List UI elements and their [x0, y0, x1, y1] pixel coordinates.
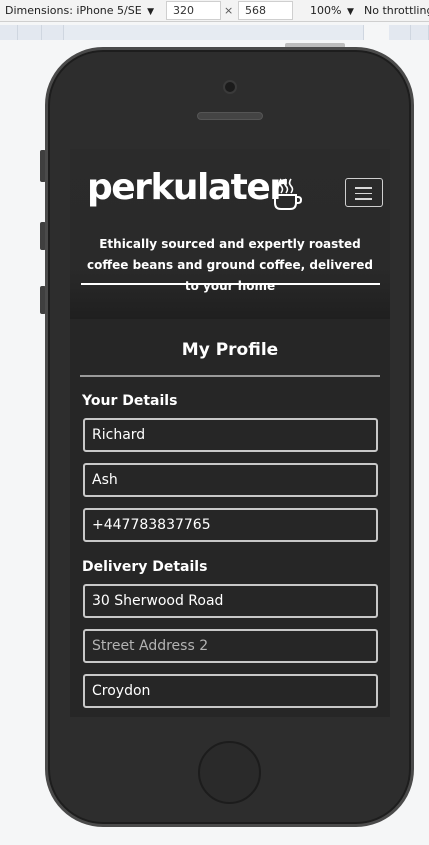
street-address-1-field[interactable]: [83, 584, 378, 618]
zoom-select[interactable]: 100% ▼: [310, 4, 354, 17]
home-button[interactable]: [198, 741, 261, 804]
phone-number-field[interactable]: [83, 508, 378, 542]
speaker-grille: [197, 112, 263, 120]
tagline-divider: [81, 283, 380, 285]
caret-down-icon: ▼: [147, 7, 155, 17]
site-logo[interactable]: perkulater: [87, 167, 287, 208]
ruler-segment[interactable]: [42, 25, 64, 40]
devtools-toolbar: Dimensions: iPhone 5/SE ▼ × 100% ▼ No th…: [0, 0, 429, 22]
first-name-field[interactable]: [83, 418, 378, 452]
site-tagline: Ethically sourced and expertly roasted c…: [87, 237, 373, 293]
device-select-label: Dimensions: iPhone 5/SE: [5, 4, 142, 17]
delivery-details-heading: Delivery Details: [82, 559, 208, 575]
throttling-select[interactable]: No throttling: [364, 4, 429, 17]
town-city-field[interactable]: [83, 674, 378, 708]
your-details-heading: Your Details: [82, 393, 178, 409]
ruler-segment[interactable]: [18, 25, 42, 40]
page-title: My Profile: [181, 340, 279, 360]
title-divider: [80, 375, 380, 377]
street-address-2-field[interactable]: [83, 629, 378, 663]
media-query-ruler: [0, 25, 429, 41]
ruler-segment[interactable]: [411, 25, 429, 40]
caret-down-icon: ▼: [346, 7, 354, 17]
menu-toggle-button[interactable]: [345, 178, 383, 207]
times-sign: ×: [224, 4, 234, 17]
height-input[interactable]: [238, 1, 293, 20]
width-input[interactable]: [166, 1, 221, 20]
ruler-segment[interactable]: [389, 25, 411, 40]
coffee-cup-icon: [274, 178, 303, 210]
zoom-label: 100%: [310, 4, 342, 17]
device-select[interactable]: Dimensions: iPhone 5/SE ▼: [5, 4, 154, 17]
device-screen: perkulater Ethically sourced and expertl…: [70, 149, 390, 717]
camera-icon: [223, 80, 237, 94]
last-name-field[interactable]: [83, 463, 378, 497]
ruler-segment[interactable]: [64, 25, 364, 40]
ruler-segment[interactable]: [0, 25, 18, 40]
hamburger-icon: [355, 187, 372, 204]
